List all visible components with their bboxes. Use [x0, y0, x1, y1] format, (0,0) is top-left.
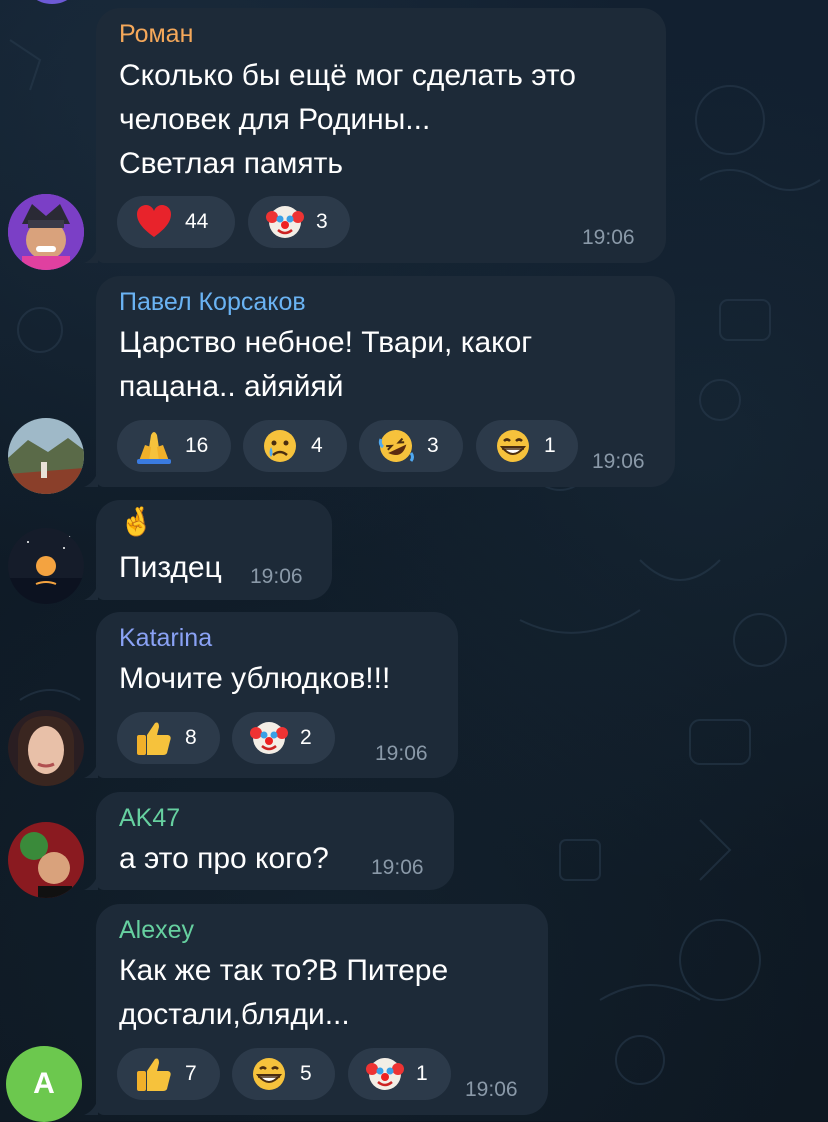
message-text-line: Сколько бы ещё мог сделать это [119, 59, 576, 92]
reaction-count: 8 [185, 726, 197, 749]
avatar-pavel[interactable] [8, 418, 84, 494]
reaction-count: 3 [427, 434, 439, 457]
folded-hands-icon [135, 427, 173, 465]
reaction-count: 1 [416, 1062, 428, 1085]
grinning-face-icon [250, 1055, 288, 1093]
reaction-folded-hands[interactable]: 16 [117, 420, 231, 472]
message-time: 19:06 [371, 856, 424, 879]
reaction-count: 1 [544, 434, 556, 457]
grinning-face-icon [494, 427, 532, 465]
message-time: 19:06 [250, 565, 303, 588]
reaction-heart[interactable]: 44 [117, 196, 235, 248]
message-text-line: Царство небное! Твари, каког [119, 326, 533, 359]
avatar-moon[interactable] [8, 528, 84, 604]
reaction-rolling-laughing[interactable]: 3 [359, 420, 463, 472]
message-time: 19:06 [592, 450, 645, 473]
message-time: 19:06 [465, 1078, 518, 1101]
reaction-count: 7 [185, 1062, 197, 1085]
message-time: 19:06 [582, 226, 635, 249]
message-text-line: пацана.. айяйяй [119, 370, 344, 403]
message-text-line: достали,бляди... [119, 998, 350, 1031]
reaction-clown[interactable]: 3 [248, 196, 350, 248]
avatar-initial: A [33, 1067, 55, 1100]
message-emoji: 🤞 [119, 506, 154, 537]
sender-name[interactable]: Katarina [119, 623, 212, 653]
sender-name[interactable]: AK47 [119, 803, 180, 833]
sender-name[interactable]: Роман [119, 19, 193, 49]
reaction-clown[interactable]: 1 [348, 1048, 451, 1100]
message-text-line: Пиздец [119, 551, 222, 584]
avatar-alexey[interactable]: A [6, 1046, 82, 1122]
sender-name[interactable]: Павел Корсаков [119, 287, 306, 317]
reaction-thumbs-up[interactable]: 7 [117, 1048, 220, 1100]
reaction-count: 4 [311, 434, 323, 457]
clown-icon [250, 719, 288, 757]
avatar-roman[interactable] [8, 194, 84, 270]
heart-icon [135, 203, 173, 241]
message-text-line: а это про кого? [119, 842, 329, 875]
sender-name[interactable]: Alexey [119, 915, 194, 945]
clown-icon [366, 1055, 404, 1093]
message-text-line: человек для Родины... [119, 103, 431, 136]
reaction-count: 5 [300, 1062, 312, 1085]
reaction-count: 16 [185, 434, 209, 457]
thumbs-up-icon [135, 719, 173, 757]
message-time: 19:06 [375, 742, 428, 765]
reaction-clown[interactable]: 2 [232, 712, 335, 764]
reaction-count: 3 [316, 210, 328, 233]
reaction-grinning[interactable]: 1 [476, 420, 578, 472]
reaction-count: 44 [185, 210, 209, 233]
message-text-line: Светлая память [119, 147, 343, 180]
reaction-grinning[interactable]: 5 [232, 1048, 335, 1100]
avatar-katarina[interactable] [8, 710, 84, 786]
message-text-line: Как же так то?В Питере [119, 954, 449, 987]
message-text-line: Мочите ублюдков!!! [119, 662, 391, 695]
reaction-count: 2 [300, 726, 312, 749]
avatar-ak47[interactable] [8, 822, 84, 898]
clown-icon [266, 203, 304, 241]
reaction-crying[interactable]: 4 [243, 420, 347, 472]
thumbs-up-icon [135, 1055, 173, 1093]
rolling-laughing-icon [377, 427, 415, 465]
crying-face-icon [261, 427, 299, 465]
reaction-thumbs-up[interactable]: 8 [117, 712, 220, 764]
